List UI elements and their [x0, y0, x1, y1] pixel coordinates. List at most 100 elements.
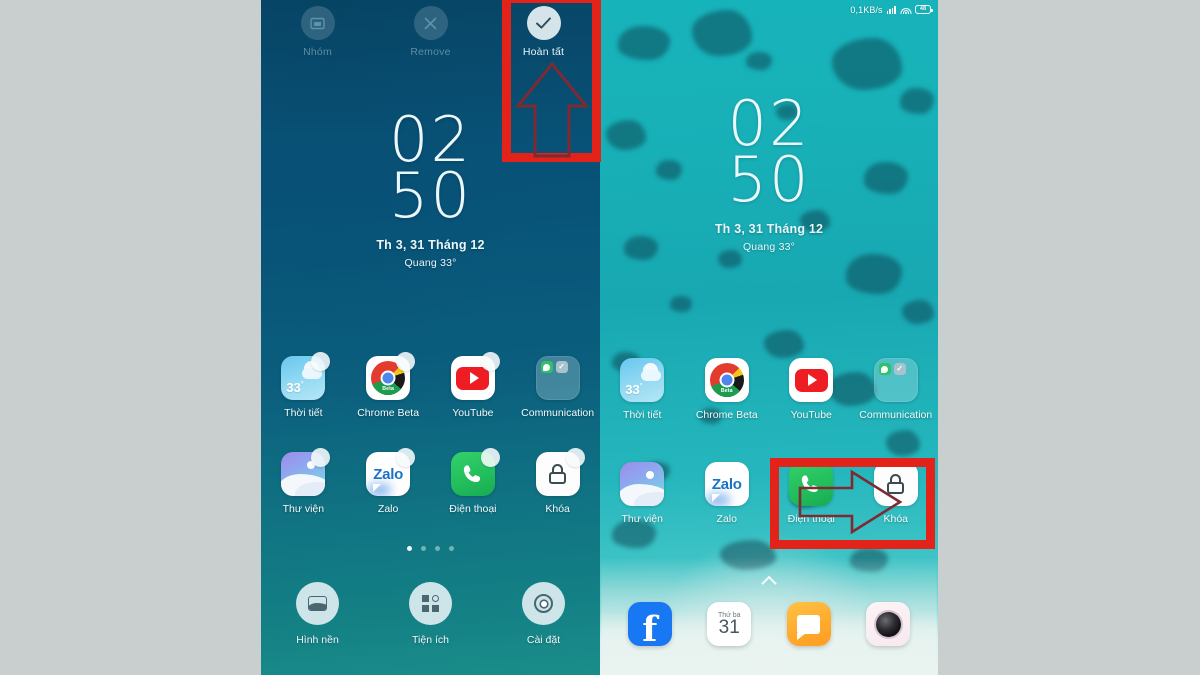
weather-icon: 33°: [620, 358, 665, 402]
edit-badge[interactable]: [565, 448, 585, 467]
edit-badge[interactable]: [396, 352, 416, 371]
calendar-day: 31: [718, 616, 740, 638]
dock-slot[interactable]: Thứ ba 31: [690, 602, 770, 646]
edit-badge[interactable]: [311, 448, 331, 467]
app-icon-wrap: Beta: [366, 352, 416, 400]
camera-icon[interactable]: [866, 602, 911, 646]
wallpaper-rock: [764, 330, 804, 358]
edit-action-remove[interactable]: Remove: [374, 6, 487, 58]
app-item-khoa[interactable]: Khóa: [515, 448, 600, 515]
page-dot-3[interactable]: [435, 546, 440, 551]
youtube-icon: [789, 358, 834, 402]
dock-slot[interactable]: f: [610, 602, 690, 646]
app-icon-wrap: Zalo: [366, 448, 416, 496]
battery-level-text: 48: [919, 5, 927, 12]
widgets-icon-glyph: [421, 594, 440, 613]
app-item-zalo[interactable]: Zalo Zalo: [346, 448, 431, 515]
app-grid-right-row1: 33° Thời tiết Beta Chrome Beta YouTube ✓…: [600, 358, 938, 421]
gallery-sun: [646, 471, 655, 479]
app-label: YouTube: [452, 407, 494, 419]
app-icon-wrap: Zalo: [704, 462, 749, 506]
tool-wallpaper-label: Hình nền: [296, 634, 339, 646]
edit-bottom-toolbar: Hình nền Tiện ích Cài đặt: [261, 582, 600, 646]
messages-icon[interactable]: [786, 602, 831, 646]
dock-slot[interactable]: [769, 602, 849, 646]
wallpaper-rock: [746, 52, 772, 70]
message-bubble: [797, 614, 821, 640]
app-icon-wrap: ✓: [873, 358, 918, 402]
app-label: Thời tiết: [284, 407, 323, 419]
folder-icon: ✓: [873, 358, 918, 402]
app-item-chrome-beta[interactable]: Beta Chrome Beta: [685, 358, 770, 421]
page-dot-4[interactable]: [449, 546, 454, 551]
app-label: Điện thoại: [449, 503, 497, 515]
camera-lens: [875, 611, 901, 637]
clock-widget-right: 02 50 Th 3, 31 Tháng 12 Quang 33°: [600, 93, 938, 253]
weather-temp: 33°: [625, 382, 643, 397]
page-dot-2[interactable]: [421, 546, 426, 551]
gear-icon: [522, 582, 565, 625]
app-item-communication[interactable]: ✓ Communication: [515, 356, 600, 419]
chrome-dial: Beta: [709, 363, 744, 397]
clock-date: Th 3, 31 Tháng 12: [376, 237, 485, 252]
app-item-thoi-tiet[interactable]: 33° Thời tiết: [261, 352, 346, 419]
dock-slot[interactable]: [849, 602, 929, 646]
app-item-zalo[interactable]: Zalo Zalo: [685, 462, 770, 525]
wallpaper-rock: [846, 254, 902, 294]
chrome-beta-text: Beta: [382, 386, 394, 392]
wallpaper-rock: [718, 250, 742, 268]
edit-badge[interactable]: [480, 448, 500, 467]
app-item-dien-thoai[interactable]: Điện thoại: [431, 448, 516, 515]
play-triangle: [808, 374, 817, 386]
app-item-youtube[interactable]: YouTube: [431, 352, 516, 419]
facebook-icon[interactable]: f: [627, 602, 672, 646]
wallpaper-icon: [296, 582, 339, 625]
chrome-hub: [380, 370, 396, 386]
edit-badge[interactable]: [480, 352, 500, 371]
app-icon-wrap: 33°: [620, 358, 665, 402]
app-label: Communication: [859, 409, 933, 421]
zalo-bubble-tail: [373, 484, 382, 492]
page-dot-1[interactable]: [407, 546, 412, 551]
play-triangle: [469, 372, 479, 384]
edit-badge[interactable]: [396, 448, 416, 467]
app-icon-wrap: [450, 352, 500, 400]
chrome-beta-icon: Beta: [704, 358, 749, 402]
tool-widgets-label: Tiện ích: [412, 634, 449, 646]
tool-settings[interactable]: Cài đặt: [487, 582, 600, 646]
calendar-icon[interactable]: Thứ ba 31: [707, 602, 752, 646]
chevron-up-icon[interactable]: [763, 574, 776, 587]
clock-weather: Quang 33°: [742, 240, 796, 253]
youtube-play-box: [794, 368, 828, 392]
app-grid-left-row1: 33° Thời tiết Beta Chrome Beta YouTube ✓…: [261, 352, 600, 419]
app-label: Thời tiết: [623, 409, 662, 421]
app-item-youtube[interactable]: YouTube: [769, 358, 854, 421]
app-item-thoi-tiet[interactable]: 33° Thời tiết: [600, 358, 685, 421]
battery-icon: 48: [915, 5, 933, 14]
page-indicator-dots[interactable]: [261, 546, 600, 551]
app-item-thu-vien[interactable]: Thư viện: [600, 462, 685, 525]
dock: f Thứ ba 31: [600, 602, 938, 646]
app-item-chrome-beta[interactable]: Beta Chrome Beta: [346, 352, 431, 419]
tool-widgets[interactable]: Tiện ích: [374, 582, 487, 646]
phone-handset-glyph: [463, 465, 480, 483]
weather-cloud: [641, 370, 662, 381]
clock-minutes: 50: [389, 158, 472, 232]
youtube-play-box: [456, 366, 490, 390]
cellular-signal-icon: [886, 5, 896, 14]
arrow-drag-direction: [798, 469, 903, 535]
app-icon-wrap: Beta: [704, 358, 749, 402]
app-label: Thư viện: [621, 513, 663, 525]
mini-app-generic-icon: ✓: [555, 361, 568, 373]
app-icon-wrap: [450, 448, 500, 496]
wifi-icon: [900, 6, 911, 14]
tool-wallpaper[interactable]: Hình nền: [261, 582, 374, 646]
edit-action-group[interactable]: Nhóm: [261, 6, 374, 58]
edit-badge[interactable]: [311, 352, 331, 371]
edit-action-group-label: Nhóm: [303, 46, 332, 58]
app-item-communication[interactable]: ✓ Communication: [854, 358, 939, 421]
clock-date: Th 3, 31 Tháng 12: [714, 221, 824, 236]
wallpaper-rock: [618, 26, 670, 60]
tool-settings-label: Cài đặt: [526, 634, 561, 646]
app-item-thu-vien[interactable]: Thư viện: [261, 448, 346, 515]
